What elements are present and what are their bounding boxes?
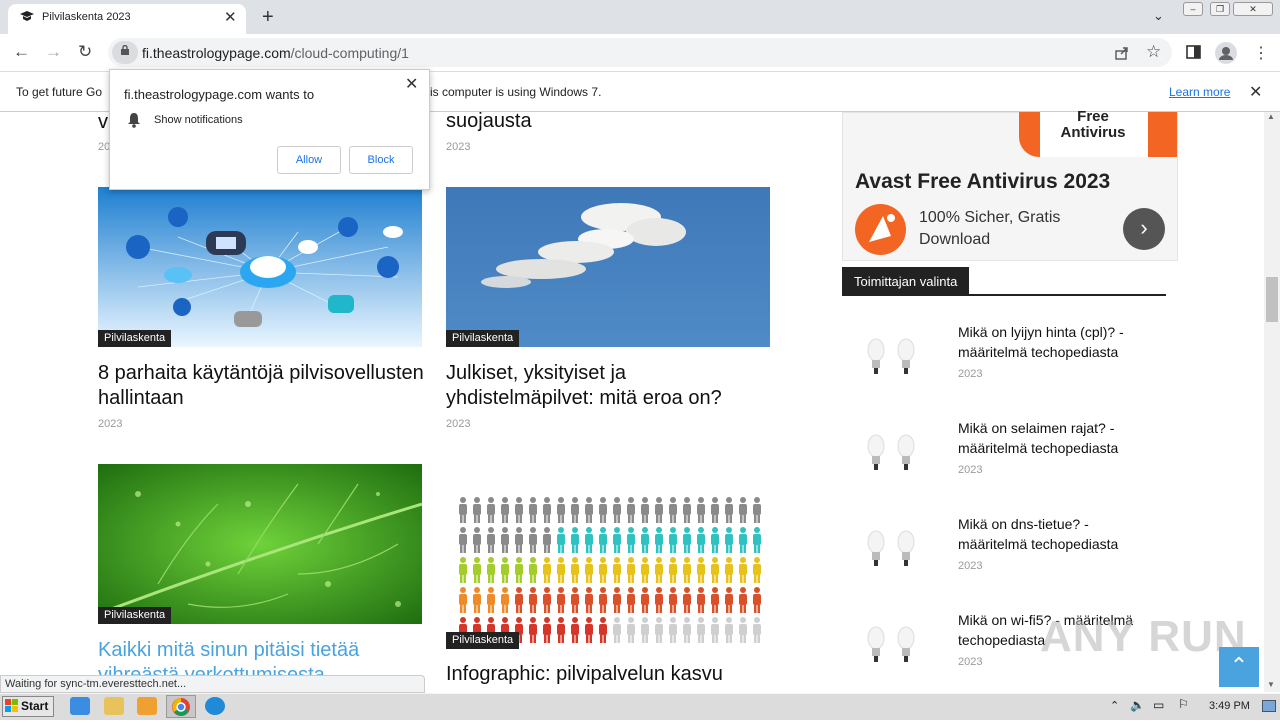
permission-text: Show notifications [154, 114, 243, 126]
edge-icon[interactable] [205, 697, 225, 715]
tab-close-icon[interactable]: ✕ [224, 8, 237, 26]
bookmark-star-icon[interactable]: ☆ [1146, 42, 1161, 62]
scrollbar-thumb[interactable] [1266, 277, 1278, 322]
category-badge[interactable]: Pilvilaskenta [98, 330, 172, 347]
tray-expand-icon[interactable]: ⌃ [1110, 699, 1119, 712]
lightbulb-icon [867, 626, 915, 662]
tab-title: Pilvilaskenta 2023 [42, 11, 131, 23]
article-year: 2023 [98, 418, 123, 430]
article-thumbnail[interactable] [446, 485, 770, 645]
sidebar-article-title[interactable]: Mikä on selaimen rajat? - määritelmä tec… [958, 418, 1158, 458]
url-text[interactable]: fi.theastrologypage.com/cloud-computing/… [142, 45, 409, 61]
ad-box-text: Free Antivirus [1060, 108, 1126, 141]
restore-button[interactable]: ❐ [1210, 2, 1230, 16]
share-icon[interactable] [1114, 45, 1130, 61]
browser-menu-icon[interactable]: ⋮ [1253, 43, 1269, 63]
tab-search-icon[interactable]: ⌄ [1153, 8, 1164, 24]
category-badge[interactable]: Pilvilaskenta [98, 607, 172, 624]
side-panel-icon[interactable] [1186, 45, 1201, 59]
article-title[interactable]: Kaikki mitä sinun pitäisi tietää vihreäs… [98, 638, 428, 675]
scroll-down-icon[interactable]: ▼ [1267, 680, 1275, 689]
bell-icon [128, 113, 140, 128]
article-title[interactable]: Infographic: pilvipalvelun kasvu [446, 662, 776, 687]
lightbulb-thumbnail[interactable] [866, 528, 920, 572]
cloud-network-image [98, 187, 422, 347]
windows-logo-icon [5, 699, 18, 712]
sky-cloud-image [446, 187, 770, 347]
ad-subtitle: 100% Sicher, Gratis Download [919, 209, 1061, 248]
article-year: 2023 [446, 418, 471, 430]
lightbulb-thumbnail[interactable] [866, 336, 920, 380]
close-window-button[interactable]: ✕ [1233, 2, 1273, 16]
article-thumbnail[interactable] [98, 187, 422, 347]
info-bar-text: To get future Go [16, 85, 103, 99]
back-icon[interactable]: ← [13, 42, 30, 62]
popup-title: fi.theastrologypage.com wants to [124, 87, 315, 102]
green-leaf-image [98, 464, 422, 624]
sidebar-article-year: 2023 [958, 368, 983, 380]
article-title[interactable]: 8 parhaita käytäntöjä pilvisovellusten h… [98, 361, 448, 411]
file-explorer-icon[interactable] [104, 697, 124, 715]
status-bar: Waiting for sync-tm.everesttech.net... [0, 675, 425, 693]
article-title-partial[interactable]: v [98, 110, 108, 135]
editors-choice-label: Toimittajan valinta [842, 267, 970, 295]
reload-icon[interactable]: ↻ [78, 42, 92, 62]
article-title-partial[interactable]: suojausta [446, 109, 532, 134]
avast-logo-icon [855, 204, 906, 255]
lock-icon [121, 45, 129, 55]
info-bar-text-tail: is computer is using Windows 7. [430, 85, 602, 99]
media-player-icon[interactable] [137, 697, 157, 715]
section-divider [842, 294, 1166, 296]
article-thumbnail[interactable] [98, 464, 422, 624]
block-button[interactable]: Block [349, 146, 413, 174]
ad-title[interactable]: Avast Free Antivirus 2023 [855, 170, 1110, 194]
graduation-cap-icon [20, 11, 34, 21]
article-thumbnail[interactable] [446, 187, 770, 347]
scroll-up-icon[interactable]: ▲ [1267, 112, 1275, 121]
volume-icon[interactable]: 🔈 [1130, 698, 1145, 712]
allow-button[interactable]: Allow [277, 146, 341, 174]
sidebar-article-year: 2023 [958, 464, 983, 476]
sidebar-article-title[interactable]: Mikä on lyijyn hinta (cpl)? - määritelmä… [958, 322, 1158, 362]
back-to-top-button[interactable]: ⌃ [1219, 647, 1259, 687]
profile-avatar-icon[interactable] [1215, 42, 1237, 64]
article-title[interactable]: Julkiset, yksityiset ja yhdistelmäpilvet… [446, 361, 776, 411]
sidebar-article-title[interactable]: Mikä on dns-tietue? - määritelmä techope… [958, 514, 1158, 554]
article-year: 2023 [446, 141, 471, 153]
action-center-flag-icon[interactable]: ⚐ [1178, 697, 1189, 711]
network-icon[interactable]: ▭ [1153, 698, 1164, 712]
new-tab-icon[interactable]: + [262, 6, 274, 29]
category-badge[interactable]: Pilvilaskenta [446, 330, 520, 347]
info-bar-close-icon[interactable]: ✕ [1249, 82, 1262, 102]
internet-explorer-icon[interactable] [70, 697, 90, 715]
page-scrollbar[interactable] [1264, 112, 1280, 692]
lightbulb-icon [867, 338, 915, 374]
sidebar-article-year: 2023 [958, 656, 983, 668]
lightbulb-icon [867, 530, 915, 566]
popup-close-icon[interactable]: ✕ [405, 74, 418, 94]
anyrun-watermark: ANY RUN [1040, 612, 1247, 661]
sidebar-article-year: 2023 [958, 560, 983, 572]
chrome-taskbar-button[interactable] [166, 695, 196, 718]
minimize-button[interactable]: – [1183, 2, 1203, 16]
people-infographic-image [446, 485, 770, 645]
lightbulb-thumbnail[interactable] [866, 432, 920, 476]
taskbar-clock: 3:49 PM [1209, 700, 1250, 712]
lightbulb-thumbnail[interactable] [866, 624, 920, 668]
lightbulb-icon [867, 434, 915, 470]
ad-decoration [1148, 112, 1177, 157]
ad-arrow-button[interactable]: › [1123, 208, 1165, 250]
learn-more-link[interactable]: Learn more [1169, 85, 1230, 99]
forward-icon[interactable]: → [45, 42, 62, 62]
show-desktop-button[interactable] [1262, 700, 1276, 712]
category-badge[interactable]: Pilvilaskenta [446, 632, 520, 649]
